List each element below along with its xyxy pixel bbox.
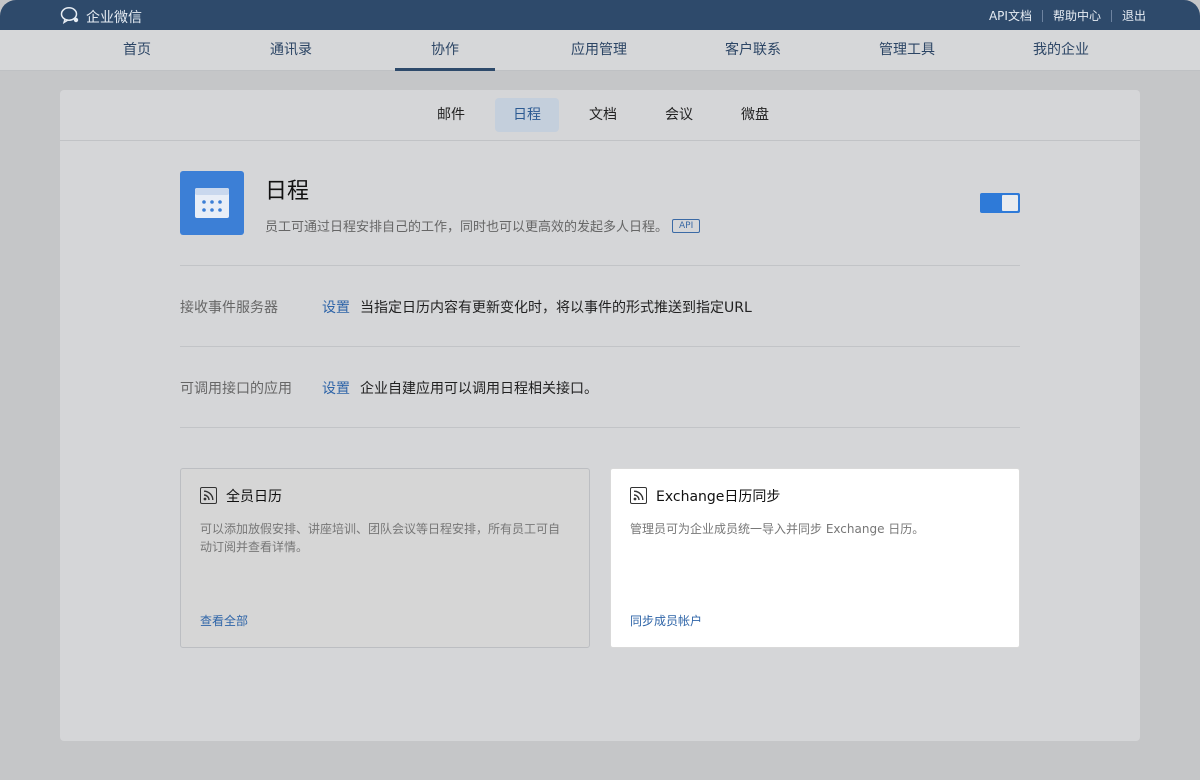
card-title: 全员日历 bbox=[226, 489, 282, 505]
tab-meetings[interactable]: 会议 bbox=[647, 98, 711, 132]
nav-management-tools[interactable]: 管理工具 bbox=[857, 30, 957, 71]
divider bbox=[180, 427, 1020, 428]
event-server-settings-link[interactable]: 设置 bbox=[322, 297, 350, 317]
api-apps-settings-link[interactable]: 设置 bbox=[322, 378, 350, 398]
card-description: 可以添加放假安排、讲座培训、团队会议等日程安排，所有员工可自动订阅并查看详情。 bbox=[200, 522, 561, 554]
brand-logo[interactable]: 企业微信 bbox=[60, 6, 142, 28]
tab-docs[interactable]: 文档 bbox=[571, 98, 635, 132]
wecom-logo-icon bbox=[60, 6, 80, 28]
all-staff-calendar-card: 全员日历 可以添加放假安排、讲座培训、团队会议等日程安排，所有员工可自动订阅并查… bbox=[180, 468, 590, 648]
rss-icon bbox=[630, 487, 647, 504]
tab-calendar[interactable]: 日程 bbox=[495, 98, 559, 132]
tab-mail[interactable]: 邮件 bbox=[419, 98, 483, 132]
tab-drive[interactable]: 微盘 bbox=[723, 98, 787, 132]
app-description-text: 员工可通过日程安排自己的工作，同时也可以更高效的发起多人日程。 bbox=[265, 220, 669, 235]
api-docs-link[interactable]: API文档 bbox=[979, 7, 1042, 24]
toggle-knob bbox=[1002, 195, 1018, 211]
event-server-label: 接收事件服务器 bbox=[180, 300, 278, 316]
divider bbox=[180, 346, 1020, 347]
top-bar: 企业微信 API文档 帮助中心 退出 bbox=[0, 0, 1200, 30]
enable-toggle[interactable] bbox=[980, 193, 1020, 213]
rss-icon bbox=[200, 487, 217, 504]
sync-members-link[interactable]: 同步成员帐户 bbox=[630, 612, 702, 629]
top-links: API文档 帮助中心 退出 bbox=[979, 7, 1156, 24]
nav-customer-contact[interactable]: 客户联系 bbox=[703, 30, 803, 71]
card-description: 管理员可为企业成员统一导入并同步 Exchange 日历。 bbox=[630, 522, 925, 536]
event-server-description: 当指定日历内容有更新变化时，将以事件的形式推送到指定URL bbox=[360, 300, 752, 316]
nav-app-management[interactable]: 应用管理 bbox=[549, 30, 649, 71]
card-title: Exchange日历同步 bbox=[656, 489, 781, 505]
window-frame: 企业微信 API文档 帮助中心 退出 首页 通讯录 协作 应用管理 客户联系 管… bbox=[0, 0, 1200, 780]
sub-nav: 邮件 日程 文档 会议 微盘 bbox=[60, 90, 1140, 141]
help-center-link[interactable]: 帮助中心 bbox=[1043, 7, 1111, 24]
api-apps-description: 企业自建应用可以调用日程相关接口。 bbox=[360, 381, 598, 397]
api-badge[interactable]: API bbox=[672, 218, 701, 233]
exchange-sync-card: Exchange日历同步 管理员可为企业成员统一导入并同步 Exchange 日… bbox=[610, 468, 1020, 648]
divider bbox=[180, 265, 1020, 266]
view-all-link[interactable]: 查看全部 bbox=[200, 612, 248, 629]
api-apps-label: 可调用接口的应用 bbox=[180, 381, 292, 397]
calendar-app-icon bbox=[180, 171, 244, 235]
brand-name: 企业微信 bbox=[86, 10, 142, 26]
nav-collaboration[interactable]: 协作 bbox=[395, 30, 495, 71]
app-description: 员工可通过日程安排自己的工作，同时也可以更高效的发起多人日程。 API bbox=[265, 216, 701, 235]
nav-my-enterprise[interactable]: 我的企业 bbox=[1011, 30, 1111, 71]
logout-link[interactable]: 退出 bbox=[1112, 7, 1156, 24]
nav-contacts[interactable]: 通讯录 bbox=[241, 30, 341, 71]
calendar-icon bbox=[195, 188, 229, 218]
content-panel: 邮件 日程 文档 会议 微盘 日程 员工可通过日程安排自己的工作，同时也可以更高… bbox=[60, 90, 1140, 741]
nav-home[interactable]: 首页 bbox=[87, 30, 187, 71]
app-title: 日程 bbox=[265, 179, 310, 204]
main-nav: 首页 通讯录 协作 应用管理 客户联系 管理工具 我的企业 bbox=[0, 30, 1200, 71]
